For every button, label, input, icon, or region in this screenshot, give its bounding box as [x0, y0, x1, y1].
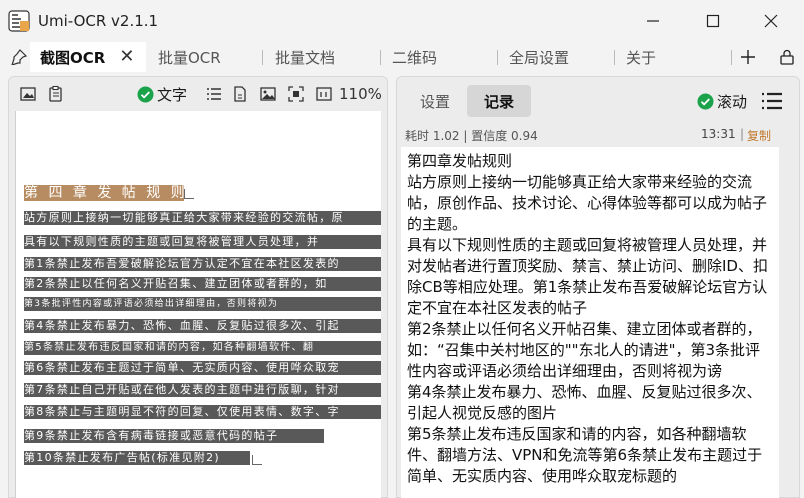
tab-bar: 截图OCR ✕ 批量OCR 批量文档 二维码 全局设置 关于 [0, 42, 804, 72]
tab-label: 截图OCR [40, 48, 106, 67]
check-circle-icon [137, 86, 154, 103]
tab-separator [731, 50, 732, 65]
result-panel: 设置 记录 滚动 耗时 1.02 | 置信度 0.94 13:31 | 复制 第… [396, 76, 800, 498]
ocr-text-box[interactable]: 第1条禁止发布吾爱破解论坛官方认定不宜在本社区发表的 [24, 257, 381, 271]
tab-about[interactable]: 关于 [626, 42, 656, 72]
lock-tabs-button[interactable] [776, 42, 798, 72]
ocr-text-box[interactable]: 第3条批评性内容或评语必须给出详细理由，否则将视为 [24, 297, 381, 311]
list-icon[interactable] [205, 85, 223, 103]
hamburger-menu-icon[interactable] [761, 91, 783, 111]
tab-label: 批量文档 [275, 48, 336, 67]
line-break-marker [184, 189, 194, 199]
line-break-marker [252, 455, 262, 465]
tab-records[interactable]: 记录 [467, 85, 531, 117]
tab-batch-ocr[interactable]: 批量OCR [158, 42, 221, 72]
tab-label: 全局设置 [509, 48, 570, 67]
ocr-text-box[interactable]: 第2条禁止以任何名义开贴召集、建立团体或者群的，如 [24, 277, 381, 291]
document-icon[interactable] [231, 85, 249, 103]
actual-size-icon[interactable] [315, 85, 333, 103]
tab-close-icon[interactable]: ✕ [119, 48, 134, 66]
app-logo-icon [8, 10, 30, 32]
ocr-text-box[interactable]: 第 四 章 发 帖 规 则 [24, 185, 184, 201]
minimize-icon [647, 20, 659, 22]
tab-separator [380, 50, 381, 65]
ocr-result-text[interactable]: 第四章发帖规则 站方原则上接纳一切能够真正给大家带来经验的交流帖，原创作品、技术… [407, 151, 773, 487]
window-title: Umi-OCR v2.1.1 [38, 12, 159, 30]
meta-separator: | [740, 127, 745, 141]
fit-screen-icon[interactable] [287, 85, 305, 103]
tab-qrcode[interactable]: 二维码 [392, 42, 437, 72]
ocr-text-box[interactable]: 第6条禁止发布主题过于简单、无实质内容、使用哗众取宠 [24, 361, 381, 375]
show-text-toggle[interactable]: 文字 [137, 84, 187, 105]
image-toolbar: 文字 110% [9, 77, 387, 109]
ocr-text-box[interactable]: 第8条禁止与主题明显不符的回复、仅使用表情、数字、字 [24, 405, 381, 419]
tab-settings[interactable]: 设置 [403, 85, 467, 117]
maximize-button[interactable] [690, 6, 736, 36]
tab-separator [262, 50, 263, 65]
image-icon[interactable] [259, 85, 277, 103]
check-circle-icon [697, 93, 714, 110]
maximize-icon [706, 14, 720, 28]
tab-separator [497, 50, 498, 65]
show-text-label: 文字 [157, 86, 188, 104]
add-tab-button[interactable] [738, 42, 758, 72]
pin-button[interactable] [8, 42, 30, 72]
ocr-text-box[interactable]: 第9条禁止发布含有病毒链接或恶意代码的帖子 [24, 429, 324, 443]
ocr-text-box[interactable]: 第5条禁止发布违反国家和请的内容，如各种翻墙软件、翻 [24, 341, 381, 355]
ocr-text-box[interactable]: 第10条禁止发布广告帖(标准见附2) [24, 451, 250, 465]
tab-label: 设置 [419, 92, 450, 111]
ocr-text-box[interactable]: 第7条禁止自己开贴或在他人发表的主题中进行版聊，针对 [24, 383, 381, 397]
pin-icon [11, 49, 27, 65]
plus-icon [741, 50, 755, 64]
ocr-text-box[interactable]: 具有以下规则性质的主题或回复将被管理人员处理，并 [24, 235, 381, 249]
result-timestamp: 13:31 [701, 127, 736, 141]
tab-screenshot-ocr[interactable]: 截图OCR ✕ [30, 42, 146, 72]
tab-label: 二维码 [392, 48, 438, 67]
zoom-level: 110% [339, 85, 382, 103]
tab-separator [614, 50, 615, 65]
auto-scroll-toggle[interactable]: 滚动 [697, 91, 747, 112]
ocr-result-textarea[interactable]: 第四章发帖规则 站方原则上接纳一切能够真正给大家带来经验的交流帖，原创作品、技术… [401, 147, 779, 498]
copy-button[interactable]: 复制 [747, 127, 771, 144]
title-bar: Umi-OCR v2.1.1 [0, 0, 804, 42]
minimize-button[interactable] [630, 6, 676, 36]
auto-scroll-label: 滚动 [717, 93, 748, 111]
image-panel: 文字 110% 第 四 章 发 帖 规 则 站方原则上接纳一切能够真正给大家带来… [8, 76, 388, 498]
ocr-text-box[interactable]: 第4条禁止发布暴力、恐怖、血腥、反复贴过很多次、引起 [24, 319, 381, 333]
close-icon [764, 14, 778, 28]
screenshot-icon[interactable] [19, 85, 37, 103]
result-meta: 耗时 1.02 | 置信度 0.94 [405, 129, 538, 143]
ocr-text-box[interactable]: 站方原则上接纳一切能够真正给大家带来经验的交流帖，原 [24, 211, 381, 225]
screenshot-image-view[interactable]: 第 四 章 发 帖 规 则 站方原则上接纳一切能够真正给大家带来经验的交流帖，原… [15, 111, 381, 498]
close-window-button[interactable] [748, 6, 794, 36]
tab-global-settings[interactable]: 全局设置 [509, 42, 569, 72]
lock-icon [780, 49, 794, 65]
tab-label: 关于 [626, 48, 657, 67]
tab-label: 批量OCR [158, 48, 221, 67]
tab-batch-doc[interactable]: 批量文档 [275, 42, 335, 72]
tab-label: 记录 [483, 92, 514, 111]
paste-icon[interactable] [47, 85, 65, 103]
